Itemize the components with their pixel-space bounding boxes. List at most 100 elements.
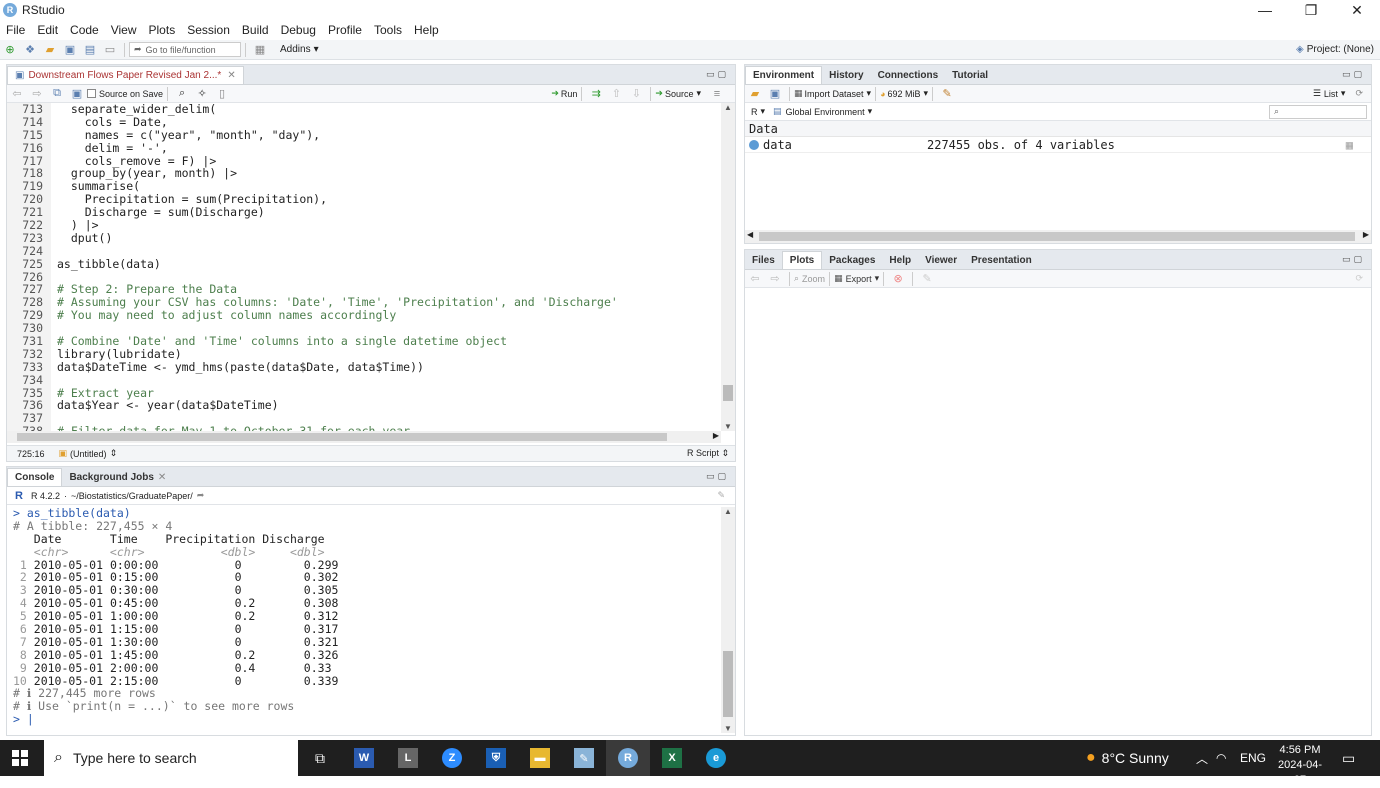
scroll-up-arrow[interactable]: ▲ bbox=[721, 507, 735, 516]
compile-report-icon[interactable]: ▯ bbox=[214, 86, 230, 102]
outline-icon[interactable]: ≡ bbox=[709, 86, 725, 102]
security-app-icon[interactable]: ⛨ bbox=[474, 740, 518, 776]
tab-files[interactable]: Files bbox=[745, 251, 782, 269]
scroll-down-arrow[interactable]: ▼ bbox=[721, 724, 735, 733]
console-vertical-scrollbar[interactable]: ▲ ▼ bbox=[721, 507, 735, 733]
expand-icon[interactable] bbox=[749, 139, 759, 150]
menu-code[interactable]: Code bbox=[64, 23, 105, 37]
working-directory[interactable]: ~/Biostatistics/GraduatePaper/ bbox=[71, 491, 193, 501]
environment-scope-selector[interactable]: Global Environment bbox=[786, 107, 865, 117]
environment-horizontal-scrollbar[interactable]: ◀ ▶ bbox=[745, 230, 1371, 243]
forward-icon[interactable]: ⇨ bbox=[29, 86, 45, 102]
broom-icon[interactable]: ✎ bbox=[939, 86, 955, 102]
search-icon[interactable]: ⌕ bbox=[174, 86, 190, 102]
zoom-button[interactable]: Zoom bbox=[802, 274, 825, 284]
clear-console-icon[interactable]: ✎ bbox=[717, 490, 725, 501]
minimize-button[interactable]: — bbox=[1242, 0, 1288, 20]
tab-environment[interactable]: Environment bbox=[745, 66, 823, 84]
language-selector[interactable]: R bbox=[751, 107, 758, 117]
menu-tools[interactable]: Tools bbox=[368, 23, 408, 37]
tab-connections[interactable]: Connections bbox=[871, 66, 946, 84]
tab-packages[interactable]: Packages bbox=[822, 251, 882, 269]
zoom-app-icon[interactable]: Z bbox=[430, 740, 474, 776]
next-plot-icon[interactable]: ⇨ bbox=[767, 271, 783, 287]
scroll-thumb[interactable] bbox=[723, 385, 733, 401]
source-on-save-checkbox[interactable] bbox=[87, 89, 96, 98]
remove-plot-icon[interactable]: ⊗ bbox=[890, 271, 906, 287]
tab-background-jobs[interactable]: Background Jobs ✕ bbox=[62, 468, 173, 486]
scope-selector[interactable]: (Untitled) bbox=[70, 449, 107, 459]
task-view-icon[interactable]: ⧉ bbox=[298, 740, 342, 776]
weather-widget[interactable]: ● 8°C Sunny bbox=[1086, 749, 1169, 767]
scroll-right-arrow[interactable]: ▶ bbox=[1363, 230, 1369, 239]
tab-console[interactable]: Console bbox=[7, 468, 63, 486]
open-file-icon[interactable]: ▰ bbox=[42, 42, 58, 58]
menu-profile[interactable]: Profile bbox=[322, 23, 368, 37]
pane-size-icons[interactable]: ▭▢ bbox=[1342, 69, 1365, 80]
pane-size-icons[interactable]: ▭▢ bbox=[706, 69, 729, 80]
save-workspace-icon[interactable]: ▣ bbox=[767, 86, 783, 102]
show-hidden-icons[interactable]: ︿ bbox=[1196, 750, 1208, 767]
maximize-button[interactable]: ❐ bbox=[1288, 0, 1334, 20]
new-file-icon[interactable]: ⊕ bbox=[2, 42, 18, 58]
scroll-thumb[interactable] bbox=[17, 433, 667, 441]
refresh-icon[interactable]: ⟳ bbox=[1355, 88, 1363, 99]
tab-viewer[interactable]: Viewer bbox=[918, 251, 964, 269]
rstudio-app-icon[interactable]: R bbox=[606, 740, 650, 776]
tab-tutorial[interactable]: Tutorial bbox=[945, 66, 995, 84]
scroll-left-arrow[interactable]: ◀ bbox=[747, 230, 753, 239]
scroll-right-arrow[interactable]: ▶ bbox=[713, 431, 719, 440]
new-project-icon[interactable]: ❖ bbox=[22, 42, 38, 58]
libreoffice-app-icon[interactable]: L bbox=[386, 740, 430, 776]
save-icon[interactable]: ▣ bbox=[69, 86, 85, 102]
input-language[interactable]: ENG bbox=[1240, 751, 1266, 765]
back-icon[interactable]: ⇦ bbox=[9, 86, 25, 102]
save-all-icon[interactable]: ▤ bbox=[82, 42, 98, 58]
scroll-thumb[interactable] bbox=[723, 651, 733, 717]
import-dataset-button[interactable]: Import Dataset bbox=[805, 89, 864, 99]
print-icon[interactable]: ▭ bbox=[102, 42, 118, 58]
excel-app-icon[interactable]: X bbox=[650, 740, 694, 776]
close-tab-icon[interactable]: ✕ bbox=[158, 472, 166, 483]
word-app-icon[interactable]: W bbox=[342, 740, 386, 776]
refresh-icon[interactable]: ⟳ bbox=[1355, 273, 1363, 284]
scroll-thumb[interactable] bbox=[759, 232, 1355, 241]
view-data-icon[interactable]: ▦ bbox=[1346, 138, 1353, 152]
menu-edit[interactable]: Edit bbox=[31, 23, 64, 37]
windows-start-icon[interactable] bbox=[12, 750, 28, 766]
notification-icon[interactable]: ▭ bbox=[1342, 750, 1355, 767]
console-output[interactable]: > as_tibble(data) # A tibble: 227,455 × 4… bbox=[7, 507, 723, 733]
editor-horizontal-scrollbar[interactable]: ▶ bbox=[7, 431, 721, 443]
addins-button[interactable]: Addins bbox=[280, 44, 311, 55]
file-type-selector[interactable]: R Script ⇕ bbox=[687, 448, 729, 459]
menu-file[interactable]: File bbox=[0, 23, 31, 37]
taskbar-search-box[interactable]: ⌕ Type here to search bbox=[44, 740, 298, 776]
run-button[interactable]: Run bbox=[561, 89, 578, 99]
show-in-window-icon[interactable]: ⧉ bbox=[49, 86, 65, 102]
broom-icon[interactable]: ✎ bbox=[919, 271, 935, 287]
save-icon[interactable]: ▣ bbox=[62, 42, 78, 58]
environment-variable-row[interactable]: data 227455 obs. of 4 variables ▦ bbox=[745, 137, 1371, 153]
code-area[interactable]: 713 separate_wider_delim(714 cols = Date… bbox=[7, 103, 719, 441]
menu-help[interactable]: Help bbox=[408, 23, 445, 37]
tab-source-file[interactable]: ▣ Downstream Flows Paper Revised Jan 2..… bbox=[7, 66, 244, 84]
export-button[interactable]: Export bbox=[846, 274, 872, 284]
tab-help[interactable]: Help bbox=[882, 251, 918, 269]
pane-size-icons[interactable]: ▭▢ bbox=[706, 471, 729, 482]
load-workspace-icon[interactable]: ▰ bbox=[747, 86, 763, 102]
go-to-file-input[interactable]: ➦ Go to file/function bbox=[129, 42, 241, 57]
menu-session[interactable]: Session bbox=[181, 23, 236, 37]
menu-view[interactable]: View bbox=[105, 23, 143, 37]
menu-build[interactable]: Build bbox=[236, 23, 275, 37]
previous-plot-icon[interactable]: ⇦ bbox=[747, 271, 763, 287]
go-to-directory-icon[interactable]: ➦ bbox=[197, 490, 205, 501]
network-icon[interactable]: ◠ bbox=[1216, 751, 1226, 765]
scroll-down-arrow[interactable]: ▼ bbox=[721, 422, 735, 431]
project-menu[interactable]: ◈ Project: (None) bbox=[1296, 44, 1374, 55]
clock[interactable]: 4:56 PM 2024-04-07 bbox=[1272, 743, 1328, 788]
pane-layout-icon[interactable]: ▦ bbox=[252, 42, 268, 58]
menu-plots[interactable]: Plots bbox=[143, 23, 182, 37]
source-button[interactable]: Source bbox=[665, 89, 694, 99]
editor-vertical-scrollbar[interactable]: ▲ ▼ bbox=[721, 103, 735, 431]
up-icon[interactable]: ⇧ bbox=[608, 86, 624, 102]
